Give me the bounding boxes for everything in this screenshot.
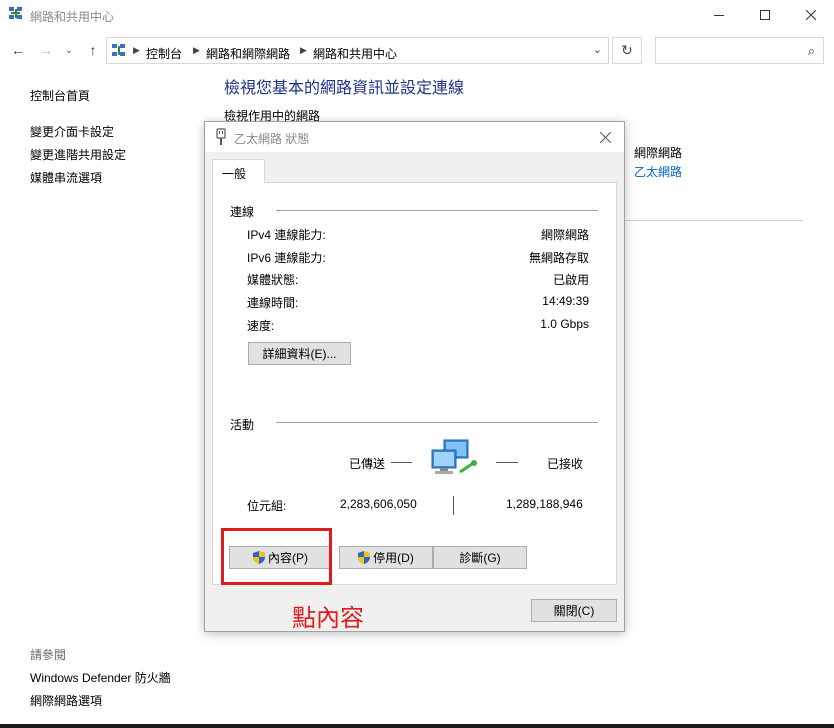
- ipv4-value: 網際網路: [540, 228, 589, 242]
- bytes-separator: [453, 496, 454, 515]
- windows-defender-firewall-link[interactable]: Windows Defender 防火牆: [30, 669, 171, 686]
- ipv4-label: IPv4 連線能力:: [247, 228, 326, 242]
- up-button[interactable]: ↑: [83, 40, 103, 60]
- search-input[interactable]: ⌕: [655, 37, 824, 64]
- close-icon: [599, 131, 611, 143]
- close-button[interactable]: [788, 0, 834, 30]
- annotation-highlight-box: [221, 528, 332, 585]
- breadcrumb-network-sharing-center[interactable]: 網路和共用中心: [313, 45, 397, 62]
- activity-group-line: [276, 422, 598, 423]
- arrow-up-icon: ↑: [89, 42, 97, 58]
- ipv6-label: IPv6 連線能力:: [247, 251, 326, 265]
- address-dropdown-icon[interactable]: ⌄: [593, 43, 602, 56]
- close-icon: [806, 10, 816, 20]
- search-icon: ⌕: [807, 43, 815, 58]
- annotation-text: 點內容: [292, 604, 364, 632]
- dialog-close-action-button[interactable]: 關閉(C): [531, 599, 617, 622]
- tab-general[interactable]: 一般: [212, 159, 265, 183]
- ethernet-connection-link[interactable]: 乙太網路: [634, 163, 682, 180]
- details-button[interactable]: 詳細資料(E)...: [248, 342, 351, 365]
- diagnose-button[interactable]: 診斷(G): [433, 546, 527, 569]
- speed-label: 速度:: [247, 319, 275, 333]
- connection-group-label: 連線: [230, 205, 255, 219]
- media-streaming-options-link[interactable]: 媒體串流選項: [30, 169, 102, 186]
- internet-options-link[interactable]: 網際網路選項: [30, 692, 102, 709]
- breadcrumb-separator-icon: ▶: [193, 45, 200, 55]
- see-also-title: 請參閱: [30, 648, 67, 662]
- maximize-button[interactable]: [742, 0, 788, 30]
- minimize-icon: [714, 15, 724, 16]
- activity-group-label: 活動: [230, 418, 255, 432]
- recent-locations-button[interactable]: ⌄: [62, 40, 76, 60]
- taskbar-edge: [0, 724, 834, 728]
- forward-button[interactable]: →: [36, 40, 56, 60]
- refresh-button[interactable]: ↻: [612, 37, 642, 64]
- connection-group-line: [276, 210, 598, 211]
- control-panel-home-link[interactable]: 控制台首頁: [30, 87, 90, 104]
- title-bar: 網路和共用中心: [0, 0, 834, 30]
- received-label: 已接收: [547, 457, 584, 471]
- speed-value: 1.0 Gbps: [540, 317, 589, 331]
- divider: [624, 220, 803, 221]
- maximize-icon: [760, 10, 770, 20]
- minimize-button[interactable]: [696, 0, 742, 30]
- media-state-label: 媒體狀態:: [247, 273, 299, 287]
- general-tab-panel: 連線 IPv4 連線能力: 網際網路 IPv6 連線能力: 無網路存取 媒體狀態…: [212, 182, 617, 585]
- ipv6-value: 無網路存取: [528, 251, 589, 265]
- sent-line: [391, 462, 412, 463]
- chevron-down-icon: ⌄: [64, 44, 74, 56]
- breadcrumb-control-panel[interactable]: 控制台: [146, 45, 182, 62]
- uac-shield-icon: [358, 551, 371, 564]
- access-type-value: 網際網路: [634, 146, 683, 160]
- network-center-icon: [9, 7, 22, 19]
- breadcrumb-network-internet[interactable]: 網路和網際網路: [206, 45, 290, 62]
- control-panel-icon: [112, 44, 125, 56]
- bytes-sent-value: 2,283,606,050: [340, 497, 417, 511]
- breadcrumb-separator-icon: ▶: [300, 45, 307, 55]
- network-computers-icon: [431, 439, 477, 474]
- duration-value: 14:49:39: [542, 294, 589, 308]
- window-title: 網路和共用中心: [30, 10, 115, 24]
- arrow-left-icon: ←: [11, 42, 25, 58]
- dialog-title: 乙太網路 狀態: [234, 132, 310, 146]
- back-button[interactable]: ←: [8, 40, 28, 60]
- disable-button-label: 停用(D): [373, 551, 414, 565]
- change-advanced-sharing-link[interactable]: 變更進階共用設定: [30, 146, 126, 163]
- bytes-label: 位元組:: [247, 499, 287, 513]
- duration-label: 連線時間:: [247, 296, 299, 310]
- refresh-icon: ↻: [621, 42, 633, 58]
- arrow-right-icon: →: [39, 42, 53, 58]
- ethernet-plug-icon: [216, 128, 226, 145]
- dialog-title-bar: 乙太網路 狀態: [205, 122, 624, 152]
- dialog-close-button[interactable]: [594, 126, 616, 148]
- sent-label: 已傳送: [349, 457, 386, 471]
- page-title: 檢視您基本的網路資訊並設定連線: [224, 80, 465, 97]
- navigation-bar: ← → ⌄ ↑ ▶ 控制台 ▶ 網路和網際網路 ▶ 網路和共用中心 ⌄ ↻ ⌕: [0, 34, 834, 66]
- breadcrumb-separator-icon: ▶: [133, 45, 140, 55]
- bytes-received-value: 1,289,188,946: [506, 497, 583, 511]
- tab-general-label: 一般: [222, 167, 247, 181]
- media-state-value: 已啟用: [552, 273, 589, 287]
- change-adapter-settings-link[interactable]: 變更介面卡設定: [30, 123, 114, 140]
- received-line: [496, 462, 518, 463]
- disable-button[interactable]: 停用(D): [339, 546, 433, 569]
- address-bar[interactable]: ▶ 控制台 ▶ 網路和網際網路 ▶ 網路和共用中心 ⌄: [106, 37, 609, 64]
